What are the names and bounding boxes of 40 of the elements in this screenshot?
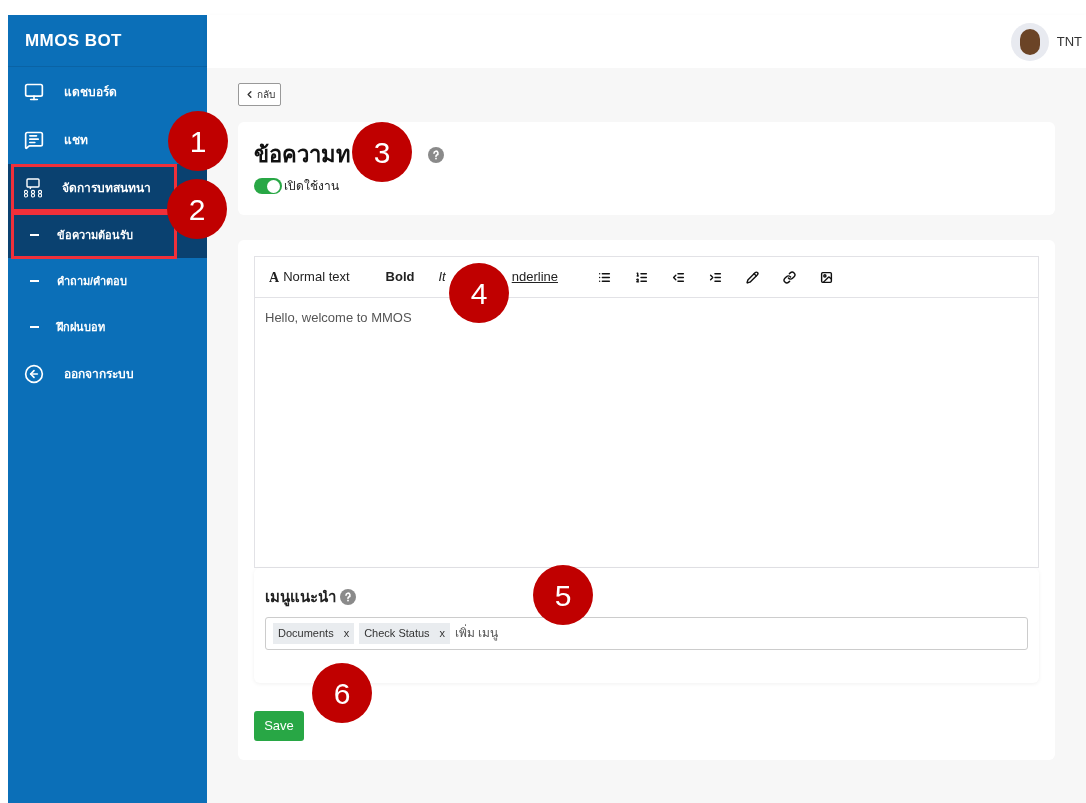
chat-icon — [24, 130, 44, 150]
tag-label: Check Status — [364, 625, 430, 641]
user-name: TNT — [1056, 32, 1082, 51]
list-icon — [598, 270, 611, 284]
message-text: Hello, welcome to MMOS — [265, 310, 412, 325]
suggested-menu-title: เมนูแนะนำ — [265, 587, 336, 609]
sidebar-item[interactable]: แชท — [8, 116, 158, 164]
tag-remove-button[interactable]: x — [343, 624, 350, 642]
page-title: ข้อความท — [254, 141, 351, 169]
dash-icon — [30, 326, 39, 328]
monitor-icon — [24, 82, 44, 102]
back-button[interactable]: กลับ — [238, 83, 281, 106]
help-icon — [428, 146, 444, 163]
link-icon — [783, 270, 796, 284]
indent-icon — [709, 270, 722, 284]
app-title: MMOS BOT — [25, 29, 122, 52]
pencil-icon — [746, 270, 759, 284]
font-style-button[interactable]: A Normal text — [269, 266, 350, 288]
avatar[interactable] — [1010, 22, 1049, 61]
dash-icon — [30, 234, 39, 236]
sidebar-item[interactable]: ออกจากระบบ — [8, 350, 158, 398]
bold-button[interactable]: Bold — [385, 267, 415, 287]
tag-remove-button[interactable]: x — [439, 624, 446, 642]
underline-button[interactable]: nderline — [511, 267, 558, 287]
logout-icon — [24, 364, 44, 384]
help-icon — [340, 589, 356, 606]
tag-label: Documents — [278, 625, 334, 641]
menu-tags-field[interactable]: Documents x Check Status x เพิ่ม เมนู — [265, 616, 1028, 650]
dash-icon — [30, 280, 39, 282]
font-icon: A — [269, 266, 280, 288]
image-icon — [820, 270, 833, 284]
chat-group-icon — [24, 178, 42, 198]
outdent-icon — [672, 270, 685, 284]
enable-toggle[interactable] — [254, 178, 282, 194]
sidebar-subitem[interactable]: ฝึกฝนบอท — [8, 304, 207, 350]
sidebar-item[interactable]: แดชบอร์ด — [8, 68, 158, 116]
italic-button[interactable]: It — [438, 267, 446, 287]
toggle-label: เปิดใช้งาน — [284, 178, 339, 195]
add-menu-input[interactable]: เพิ่ม เมนู — [455, 624, 1020, 642]
sidebar-subitem[interactable]: คำถาม/คำตอบ — [8, 258, 207, 304]
